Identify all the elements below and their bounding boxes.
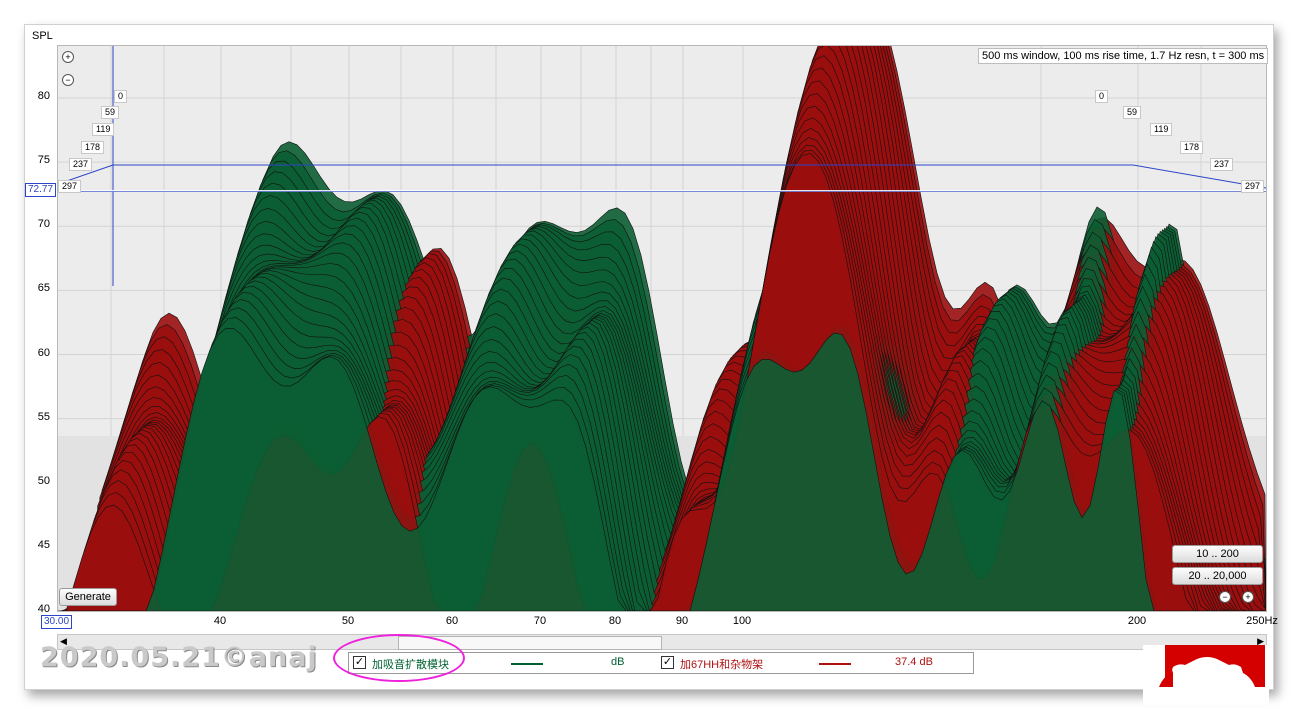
- x-tick-label: 60: [445, 615, 459, 627]
- time-label-left: 59: [101, 106, 120, 119]
- time-label-left: 237: [69, 158, 93, 171]
- cursor-spl-value: 72.77: [25, 183, 57, 197]
- red-bracket-logo: [1143, 645, 1269, 705]
- x-tick-label: 250Hz: [1246, 615, 1278, 627]
- waterfall-svg: [58, 46, 1266, 611]
- time-label-right: 0: [1095, 90, 1109, 103]
- y-tick-label: 75: [37, 154, 50, 167]
- x-tick-label: 40: [213, 615, 227, 627]
- y-axis-title: SPL: [32, 30, 53, 42]
- x-tick-label: 200: [1127, 615, 1147, 627]
- generate-button[interactable]: Generate: [59, 588, 117, 606]
- y-tick-label: 65: [37, 282, 50, 295]
- time-label-left: 297: [58, 180, 82, 193]
- time-label-right: 297: [1241, 180, 1265, 193]
- x-range-start[interactable]: 30.00: [41, 615, 73, 629]
- y-tick-label: 45: [37, 538, 50, 551]
- y-tick-label: 70: [37, 218, 50, 231]
- series2-label: 加67HH和杂物架: [680, 659, 764, 671]
- y-tick-label: 50: [37, 474, 50, 487]
- zoom-in-icon[interactable]: +: [62, 51, 74, 63]
- y-tick-label: 40: [37, 603, 50, 615]
- time-label-right: 178: [1180, 141, 1204, 154]
- waterfall-slices: [58, 46, 1266, 611]
- range-10-200-button[interactable]: 10 .. 200: [1172, 545, 1263, 563]
- time-label-left: 178: [81, 141, 105, 154]
- x-tick-label: 70: [533, 615, 547, 627]
- series2-swatch: [819, 663, 851, 665]
- waterfall-plot[interactable]: [57, 45, 1267, 612]
- x-tick-label: 80: [608, 615, 622, 627]
- zoom-minus-icon[interactable]: −: [1219, 591, 1231, 603]
- time-label-left: 119: [92, 123, 115, 136]
- x-tick-label: 50: [341, 615, 355, 627]
- highlight-ellipse: [333, 634, 465, 682]
- series2-value: 37.4 dB: [895, 656, 933, 668]
- time-label-right: 237: [1210, 158, 1234, 171]
- time-label-right: 59: [1123, 106, 1142, 119]
- time-label-right: 119: [1150, 123, 1173, 136]
- y-tick-label: 55: [37, 410, 50, 423]
- zoom-out-icon[interactable]: −: [62, 74, 74, 86]
- range-20-20000-button[interactable]: 20 .. 20,000: [1172, 567, 1263, 585]
- x-tick-label: 100: [732, 615, 752, 627]
- series1-value: dB: [611, 656, 625, 668]
- zoom-plus-icon[interactable]: +: [1242, 591, 1254, 603]
- x-tick-label: 90: [675, 615, 689, 627]
- watermark: 2020.05.21©anaj: [40, 642, 318, 673]
- y-tick-label: 80: [37, 90, 50, 102]
- y-tick-label: 60: [37, 346, 50, 359]
- analysis-info: 500 ms window, 100 ms rise time, 1.7 Hz …: [978, 48, 1269, 64]
- time-label-left: 0: [114, 90, 128, 103]
- series1-swatch: [511, 663, 543, 665]
- series2-checkbox[interactable]: ✓: [661, 656, 674, 669]
